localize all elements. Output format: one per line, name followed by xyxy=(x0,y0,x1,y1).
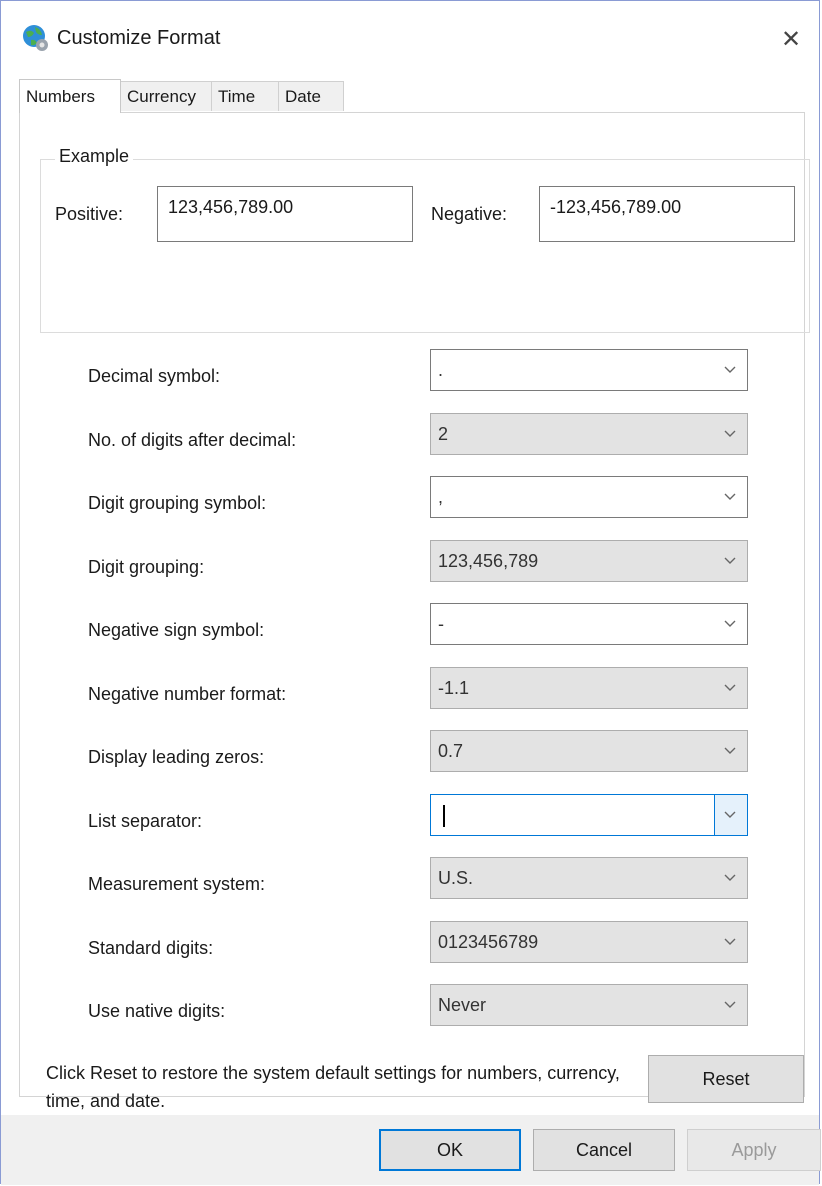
reset-description: Click Reset to restore the system defaul… xyxy=(46,1063,620,1111)
globe-settings-icon xyxy=(21,23,51,53)
no-of-digits-after-decimal-label: No. of digits after decimal: xyxy=(88,429,297,450)
close-icon: ✕ xyxy=(780,25,802,53)
chevron-down-icon xyxy=(723,997,737,1011)
tab-time[interactable]: Time xyxy=(211,81,279,111)
chevron-down-icon xyxy=(723,489,737,503)
chevron-down-icon xyxy=(723,743,737,757)
positive-label: Positive: xyxy=(55,204,124,224)
close-button[interactable]: ✕ xyxy=(769,17,813,61)
decimal-symbol-value: . xyxy=(438,360,444,380)
tab-currency[interactable]: Currency xyxy=(120,81,212,111)
negative-example-value: -123,456,789.00 xyxy=(550,197,682,217)
positive-example-value: 123,456,789.00 xyxy=(168,197,294,217)
digit-grouping-label: Digit grouping: xyxy=(88,556,205,577)
display-leading-zeros-value: 0.7 xyxy=(438,741,464,761)
positive-example-box: 123,456,789.00 xyxy=(157,186,413,242)
digit-grouping-symbol-label: Digit grouping symbol: xyxy=(88,493,267,513)
standard-digits-value: 0123456789 xyxy=(438,931,539,952)
list-separator-label: List separator: xyxy=(88,810,203,831)
chevron-down-icon xyxy=(723,934,737,948)
use-native-digits-label: Use native digits: xyxy=(88,1001,226,1021)
negative-example-box: -123,456,789.00 xyxy=(539,186,795,242)
standard-digits-label: Standard digits: xyxy=(88,937,214,958)
example-group: Example Positive: 123,456,789.00 Negativ… xyxy=(40,146,810,333)
tab-strip: Numbers Currency Time Date xyxy=(19,79,801,113)
digit-grouping-combo[interactable]: 123,456,789 xyxy=(430,539,748,582)
window-title: Customize Format xyxy=(57,27,221,49)
measurement-system-value: U.S. xyxy=(438,868,474,888)
use-native-digits-combo[interactable]: Never xyxy=(430,984,748,1026)
apply-button[interactable]: Apply xyxy=(687,1129,821,1171)
example-legend: Example xyxy=(55,146,134,167)
chevron-down-icon xyxy=(723,870,737,884)
negative-number-format-label: Negative number format: xyxy=(88,683,287,704)
cancel-button[interactable]: Cancel xyxy=(533,1129,675,1171)
dialog-footer: OK Cancel Apply xyxy=(1,1115,821,1185)
digit-grouping-symbol-value: , xyxy=(438,487,444,507)
list-separator-combo[interactable] xyxy=(430,793,748,836)
no-of-digits-after-decimal-combo[interactable]: 2 xyxy=(430,412,748,455)
no-of-digits-after-decimal-value: 2 xyxy=(438,423,449,444)
chevron-down-icon xyxy=(723,680,737,694)
measurement-system-label: Measurement system: xyxy=(88,874,266,894)
negative-sign-symbol-value: - xyxy=(438,614,444,634)
tab-date[interactable]: Date xyxy=(278,81,344,111)
numbers-tab-panel: Example Positive: 123,456,789.00 Negativ… xyxy=(19,112,810,1111)
tab-numbers[interactable]: Numbers xyxy=(19,79,121,113)
ok-button[interactable]: OK xyxy=(379,1129,521,1171)
display-leading-zeros-combo[interactable]: 0.7 xyxy=(430,730,748,772)
decimal-symbol-label: Decimal symbol: xyxy=(88,366,221,386)
digit-grouping-symbol-combo[interactable]: , xyxy=(430,476,748,518)
title-bar: Customize Format ✕ xyxy=(1,1,819,75)
chevron-down-icon xyxy=(723,553,737,567)
reset-button[interactable]: Reset xyxy=(648,1055,804,1103)
chevron-down-icon xyxy=(723,362,737,376)
negative-sign-symbol-combo[interactable]: - xyxy=(430,603,748,645)
negative-label: Negative: xyxy=(431,204,508,224)
standard-digits-combo[interactable]: 0123456789 xyxy=(430,920,748,963)
digit-grouping-value: 123,456,789 xyxy=(438,550,539,571)
chevron-down-icon xyxy=(723,807,737,821)
customize-format-dialog: Customize Format ✕ Numbers Currency Time… xyxy=(0,0,821,1185)
negative-number-format-value: -1.1 xyxy=(438,677,470,698)
decimal-symbol-combo[interactable]: . xyxy=(430,349,748,391)
negative-number-format-combo[interactable]: -1.1 xyxy=(430,666,748,709)
use-native-digits-value: Never xyxy=(438,995,487,1015)
chevron-down-icon xyxy=(723,616,737,630)
chevron-down-icon xyxy=(723,426,737,440)
measurement-system-combo[interactable]: U.S. xyxy=(430,857,748,899)
display-leading-zeros-label: Display leading zeros: xyxy=(88,747,265,767)
negative-sign-symbol-label: Negative sign symbol: xyxy=(88,620,265,640)
text-caret xyxy=(443,804,445,827)
